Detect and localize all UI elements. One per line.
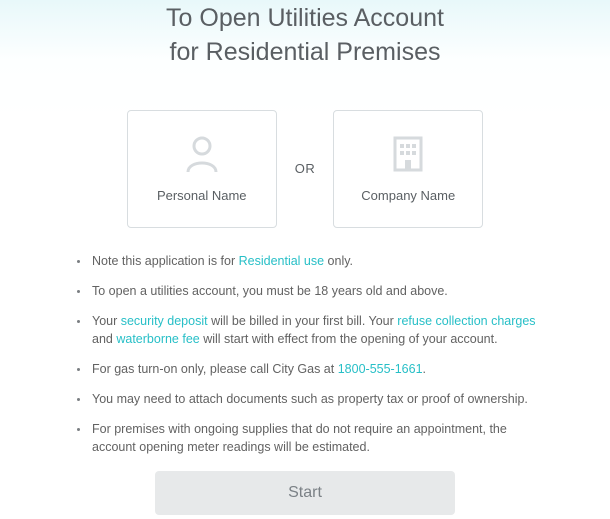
personal-label: Personal Name bbox=[157, 188, 247, 203]
company-card[interactable]: Company Name bbox=[333, 110, 483, 228]
notes-list: Note this application is for Residential… bbox=[20, 252, 590, 457]
note-item: You may need to attach documents such as… bbox=[90, 390, 536, 408]
city-gas-phone-link[interactable]: 1800-555-1661 bbox=[338, 362, 423, 376]
residential-use-link[interactable]: Residential use bbox=[239, 254, 324, 268]
person-icon bbox=[185, 134, 219, 174]
page-title: To Open Utilities Account for Residentia… bbox=[20, 0, 590, 70]
note-item: To open a utilities account, you must be… bbox=[90, 282, 536, 300]
building-icon bbox=[391, 134, 425, 174]
waterborne-fee-link[interactable]: waterborne fee bbox=[116, 332, 199, 346]
company-label: Company Name bbox=[361, 188, 455, 203]
note-item: For gas turn-on only, please call City G… bbox=[90, 360, 536, 378]
title-line-2: for Residential Premises bbox=[170, 38, 441, 66]
account-type-selector: Personal Name OR Company Name bbox=[20, 110, 590, 228]
note-item: Note this application is for Residential… bbox=[90, 252, 536, 270]
start-button[interactable]: Start bbox=[155, 471, 455, 515]
title-line-1: To Open Utilities Account bbox=[166, 4, 444, 32]
or-divider: OR bbox=[295, 161, 316, 176]
refuse-charges-link[interactable]: refuse collection charges bbox=[397, 314, 535, 328]
security-deposit-link[interactable]: security deposit bbox=[121, 314, 208, 328]
note-item: Your security deposit will be billed in … bbox=[90, 312, 536, 348]
note-item: For premises with ongoing supplies that … bbox=[90, 420, 536, 456]
personal-card[interactable]: Personal Name bbox=[127, 110, 277, 228]
